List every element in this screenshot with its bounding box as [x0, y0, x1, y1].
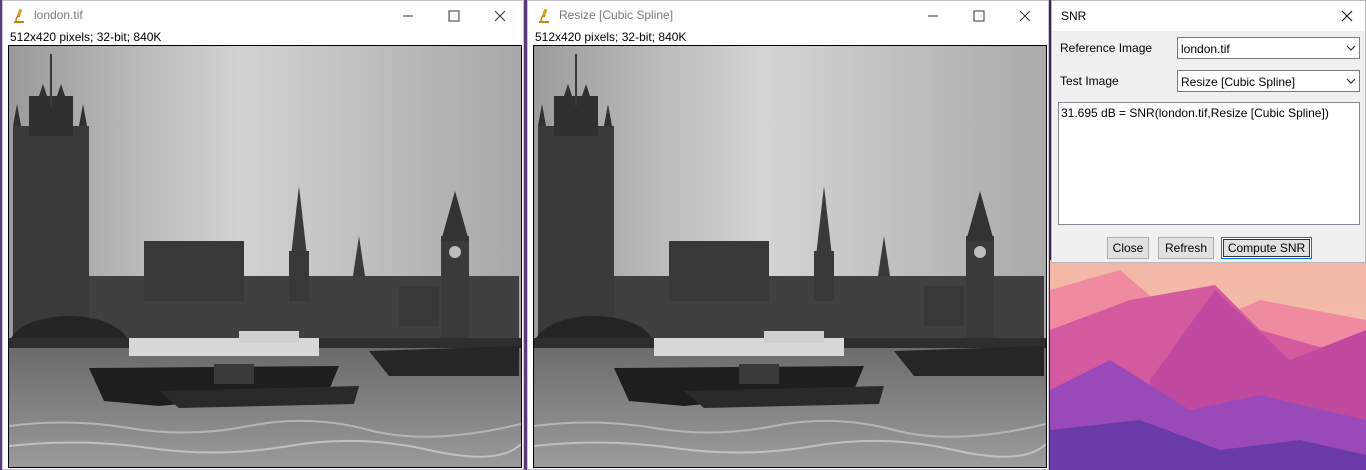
chevron-down-icon	[1346, 78, 1356, 84]
close-window-button[interactable]	[477, 1, 523, 31]
maximize-button[interactable]	[956, 1, 1002, 31]
test-image-value: Resize [Cubic Spline]	[1181, 75, 1296, 89]
close-window-button[interactable]	[1002, 1, 1048, 31]
reference-image-label: Reference Image	[1060, 41, 1153, 55]
snr-result-textarea[interactable]: 31.695 dB = SNR(london.tif,Resize [Cubic…	[1058, 102, 1360, 225]
title-bar[interactable]: london.tif	[3, 1, 523, 31]
close-dialog-button[interactable]	[1329, 1, 1365, 31]
chevron-down-icon	[1346, 45, 1356, 51]
reference-image-value: london.tif	[1181, 42, 1230, 56]
close-icon	[1019, 10, 1031, 22]
window-title: Resize [Cubic Spline]	[559, 8, 674, 22]
close-button[interactable]: Close	[1107, 237, 1149, 259]
minimize-icon	[928, 15, 938, 17]
title-bar[interactable]: Resize [Cubic Spline]	[528, 1, 1048, 31]
minimize-icon	[403, 15, 413, 17]
image-info: 512x420 pixels; 32-bit; 840K	[10, 30, 162, 44]
maximize-icon	[448, 10, 460, 22]
compute-snr-button[interactable]: Compute SNR	[1221, 237, 1312, 259]
close-icon	[494, 10, 506, 22]
image-window-london[interactable]: london.tif 512x420 pixels; 32-bit; 840K	[2, 0, 524, 470]
window-title: london.tif	[34, 8, 83, 22]
snr-result-text: 31.695 dB = SNR(london.tif,Resize [Cubic…	[1061, 106, 1329, 120]
maximize-button[interactable]	[431, 1, 477, 31]
minimize-button[interactable]	[385, 1, 431, 31]
close-icon	[1341, 10, 1353, 22]
image-canvas[interactable]	[8, 45, 522, 468]
minimize-button[interactable]	[910, 1, 956, 31]
image-canvas[interactable]	[533, 45, 1047, 468]
dialog-title: SNR	[1061, 9, 1087, 23]
image-window-resize[interactable]: Resize [Cubic Spline] 512x420 pixels; 32…	[527, 0, 1049, 470]
dialog-title-bar[interactable]: SNR	[1052, 1, 1365, 31]
reference-image-select[interactable]: london.tif	[1177, 37, 1360, 59]
microscope-icon	[11, 8, 27, 24]
test-image-label: Test Image	[1060, 74, 1119, 88]
refresh-button[interactable]: Refresh	[1158, 237, 1214, 259]
maximize-icon	[973, 10, 985, 22]
test-image-select[interactable]: Resize [Cubic Spline]	[1177, 70, 1360, 92]
snr-dialog[interactable]: SNR Reference Image london.tif Test Imag…	[1051, 0, 1366, 263]
image-info: 512x420 pixels; 32-bit; 840K	[535, 30, 687, 44]
microscope-icon	[536, 8, 552, 24]
